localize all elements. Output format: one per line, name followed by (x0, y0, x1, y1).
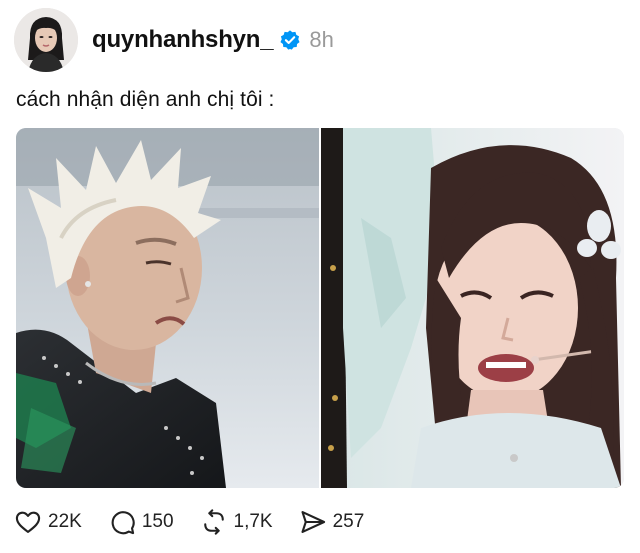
like-count: 22K (48, 511, 82, 532)
timestamp: 8h (309, 27, 334, 52)
photo-right[interactable] (321, 128, 624, 488)
comment-icon (111, 511, 135, 535)
repost-icon (203, 509, 224, 535)
thread-post: quynhanhshyn_ 8h cách nhận diện anh chị … (0, 0, 640, 553)
like-button[interactable]: 22K (14, 508, 82, 536)
action-bar: 22K 150 1,7K 257 (14, 505, 390, 539)
share-count: 257 (332, 511, 365, 532)
post-media[interactable] (16, 128, 624, 488)
photo-left[interactable] (16, 128, 319, 488)
share-icon (301, 511, 325, 533)
heart-icon (15, 511, 41, 533)
post-caption: cách nhận diện anh chị tôi : (16, 88, 275, 111)
repost-count: 1,7K (233, 511, 273, 532)
share-button[interactable]: 257 (299, 508, 365, 536)
comment-count: 150 (141, 511, 174, 532)
username[interactable]: quynhanhshyn_ (92, 26, 274, 54)
avatar[interactable] (14, 8, 78, 72)
repost-button[interactable]: 1,7K (200, 508, 273, 536)
post-header: quynhanhshyn_ 8h (92, 24, 334, 56)
verified-badge-icon (279, 29, 301, 51)
comment-button[interactable]: 150 (108, 508, 174, 536)
avatar-image (14, 8, 78, 72)
